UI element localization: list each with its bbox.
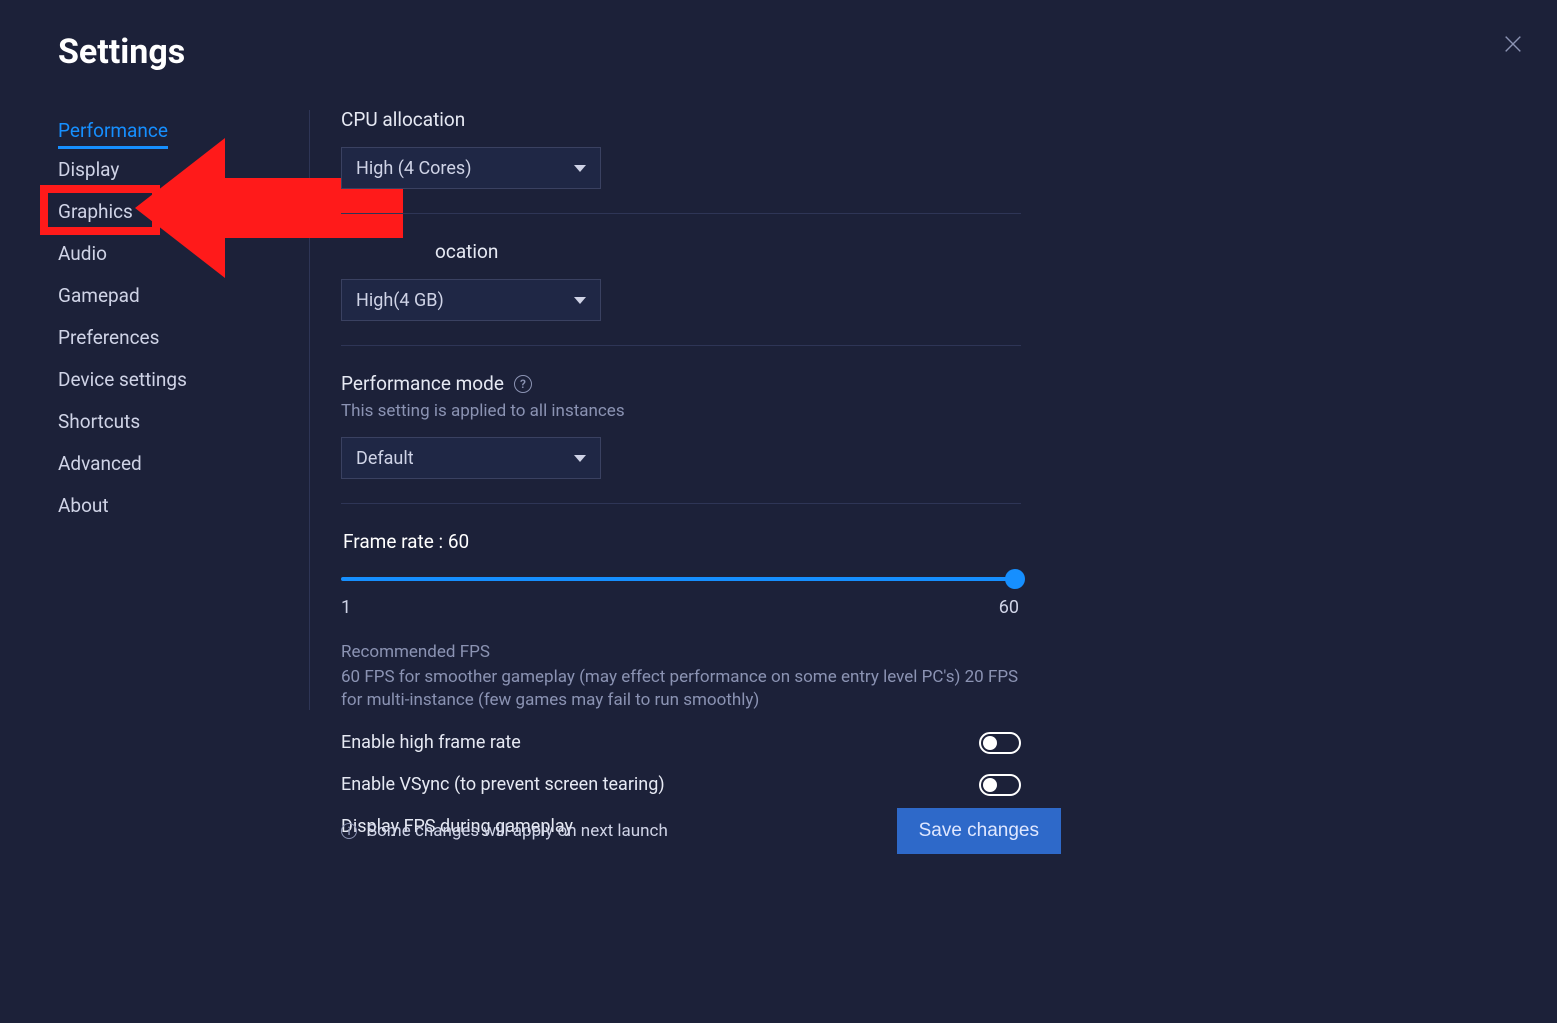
performance-mode-value: Default <box>356 448 414 469</box>
memory-allocation-label-visible: ocation <box>435 240 498 263</box>
help-icon[interactable]: ? <box>514 375 532 393</box>
chevron-down-icon <box>574 455 586 462</box>
memory-allocation-select[interactable]: High(4 GB) <box>341 279 601 321</box>
sidebar-item-device-settings[interactable]: Device settings <box>58 359 187 401</box>
sidebar-item-advanced[interactable]: Advanced <box>58 443 142 485</box>
frame-rate-label: Frame rate : 60 <box>343 530 1061 553</box>
recommended-fps-title: Recommended FPS <box>341 642 1061 662</box>
sidebar-item-audio[interactable]: Audio <box>58 233 107 275</box>
close-icon <box>1502 33 1524 55</box>
high-frame-rate-label: Enable high frame rate <box>341 732 521 753</box>
chevron-down-icon <box>574 297 586 304</box>
performance-mode-select[interactable]: Default <box>341 437 601 479</box>
footer-note: i Some changes will apply on next launch <box>341 821 668 841</box>
page-title: Settings <box>58 32 185 72</box>
slider-thumb[interactable] <box>1005 569 1025 589</box>
slider-min: 1 <box>341 597 351 618</box>
cpu-allocation-select[interactable]: High (4 Cores) <box>341 147 601 189</box>
frame-rate-slider[interactable] <box>341 567 1019 591</box>
slider-max: 60 <box>999 597 1019 618</box>
memory-allocation-value: High(4 GB) <box>356 290 444 311</box>
divider <box>341 503 1021 504</box>
settings-footer: i Some changes will apply on next launch… <box>341 808 1061 854</box>
performance-mode-sublabel: This setting is applied to all instances <box>341 401 1061 421</box>
sidebar-item-about[interactable]: About <box>58 485 109 527</box>
toggle-knob <box>983 778 997 792</box>
divider <box>341 213 1021 214</box>
slider-range: 1 60 <box>341 597 1019 618</box>
close-button[interactable] <box>1499 30 1527 58</box>
performance-mode-label: Performance mode <box>341 372 504 395</box>
settings-sidebar: Performance Display Graphics Audio Gamep… <box>58 110 310 710</box>
annotation-highlight-box <box>40 185 160 235</box>
chevron-down-icon <box>574 165 586 172</box>
save-changes-button[interactable]: Save changes <box>897 808 1061 854</box>
memory-allocation-label: Memory allocation <box>341 240 1061 263</box>
info-icon: i <box>341 823 357 839</box>
high-frame-rate-toggle[interactable] <box>979 732 1021 754</box>
vsync-label: Enable VSync (to prevent screen tearing) <box>341 774 665 795</box>
cpu-allocation-value: High (4 Cores) <box>356 158 471 179</box>
cpu-allocation-label: CPU allocation <box>341 108 1061 131</box>
settings-content: CPU allocation High (4 Cores) Memory all… <box>341 108 1061 838</box>
recommended-fps-body: 60 FPS for smoother gameplay (may effect… <box>341 666 1021 712</box>
settings-window: Settings Performance Display Graphics Au… <box>0 0 1557 1023</box>
sidebar-item-graphics[interactable]: Graphics <box>58 191 133 233</box>
footer-note-text: Some changes will apply on next launch <box>367 821 668 841</box>
slider-track <box>341 577 1019 581</box>
divider <box>341 345 1021 346</box>
sidebar-item-preferences[interactable]: Preferences <box>58 317 159 359</box>
sidebar-item-gamepad[interactable]: Gamepad <box>58 275 140 317</box>
sidebar-item-performance[interactable]: Performance <box>58 110 168 149</box>
toggle-knob <box>983 736 997 750</box>
vsync-toggle[interactable] <box>979 774 1021 796</box>
sidebar-item-shortcuts[interactable]: Shortcuts <box>58 401 140 443</box>
